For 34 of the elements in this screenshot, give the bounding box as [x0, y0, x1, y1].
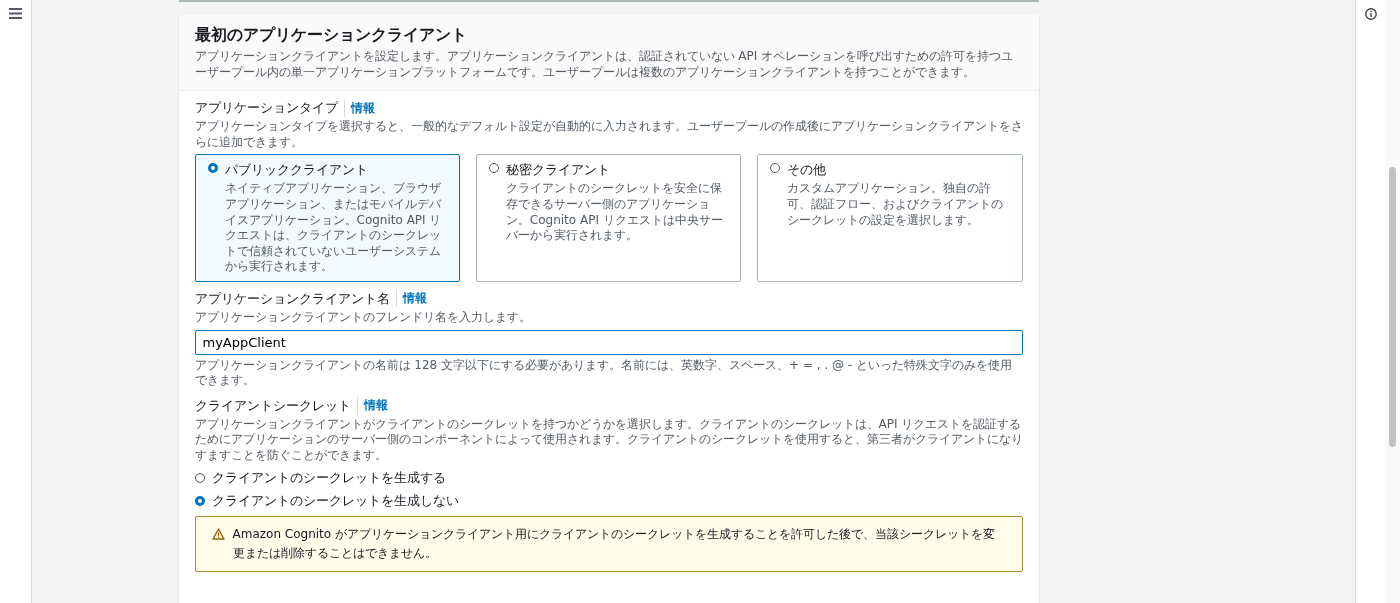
tile-title: その他 [787, 161, 828, 180]
radio-button[interactable] [194, 472, 205, 483]
field-description: アプリケーションクライアントがクライアントのシークレットを持つかどうかを選択します。クライアントのシークレットは、API リクエストを認証するためにアプリケーションのサーバー側のコンポーネントによって使用されます。クライアントのシークレットを使用すると、第三者がクライアントになりすますことを防ぐことができます。 [194, 416, 1023, 464]
warning-icon [211, 527, 225, 540]
field-description: アプリケーションクライアントのフレンドリ名を入力します。 [194, 309, 532, 326]
field-label: アプリケーションクライアント名 [194, 289, 390, 308]
menu-icon[interactable] [9, 8, 22, 19]
app-type-tile[interactable]: パブリッククライアント ネイティブアプリケーション、ブラウザアプリケーション、またはモバイルデバイスアプリケーション。Cognito API リクエストは、クライアントのシークレットで信頼されていないユーザーシステムから実行されます。 [194, 154, 460, 282]
client-name-input[interactable]: myAppClient [194, 329, 1023, 355]
field-description: アプリケーションタイプを選択すると、一般的なデフォルト設定が自動的に入力されます。ユーザープールの作成後にアプリケーションクライアントをさらに追加できます。 [194, 119, 1023, 151]
radio-button[interactable] [770, 163, 781, 174]
field-label: アプリケーションタイプ [194, 99, 338, 118]
scrollbar-thumb[interactable] [1389, 167, 1396, 447]
info-link[interactable]: 情報 [343, 99, 375, 117]
radio-button[interactable] [207, 163, 218, 174]
app-type-tile[interactable]: その他 カスタムアプリケーション。独自の許可、認証フロー、およびクライアントのシークレットの設定を選択します。 [757, 154, 1023, 282]
tile-description: ネイティブアプリケーション、ブラウザアプリケーション、またはモバイルデバイスアプリケーション。Cognito API リクエストは、クライアントのシークレットで信頼されていないユーザーシステムから実行されます。 [224, 181, 443, 275]
constraint-text: アプリケーションクライアントの名前は 128 文字以下にする必要があります。名前には、英数字、スペース、+ = , . @ - といった特殊文字のみを使用できます。 [194, 357, 1013, 389]
field-label: クライアントシークレット [194, 396, 351, 415]
tile-description: カスタムアプリケーション。独自の許可、認証フロー、およびクライアントのシークレットの設定を選択します。 [787, 181, 1005, 229]
tile-title: 秘密クライアント [505, 161, 611, 180]
radio-label: クライアントのシークレットを生成する [211, 468, 446, 487]
section-description: アプリケーションクライアントを設定します。アプリケーションクライアントは、認証されていない API オペレーションを呼び出すための許可を持つユーザープール内の単一アプリケーションプラットフォームです。ユーザープールは複数のアプリケーションクライアントを持つことができます。 [194, 49, 1015, 81]
warning-text: Amazon Cognito がアプリケーションクライアント用にクライアントのシークレットを生成することを許可した後で、当該シークレットを変更または削除することはできません。 [232, 525, 996, 562]
tile-description: クライアントのシークレットを安全に保存できるサーバー側のアプリケーション。Cognito API リクエストは中央サーバーから実行されます。 [505, 181, 724, 244]
info-link[interactable]: 情報 [395, 290, 427, 308]
app-type-tile[interactable]: 秘密クライアント クライアントのシークレットを安全に保存できるサーバー側のアプリケーション。Cognito API リクエストは中央サーバーから実行されます。 [475, 154, 742, 282]
radio-button[interactable] [194, 495, 205, 506]
section-title: 最初のアプリケーションクライアント [194, 25, 468, 46]
radio-label: クライアントのシークレットを生成しない [211, 491, 459, 510]
tile-title: パブリッククライアント [224, 161, 369, 180]
radio-button[interactable] [488, 163, 499, 174]
info-link[interactable]: 情報 [356, 397, 388, 415]
info-icon[interactable] [1364, 8, 1377, 20]
